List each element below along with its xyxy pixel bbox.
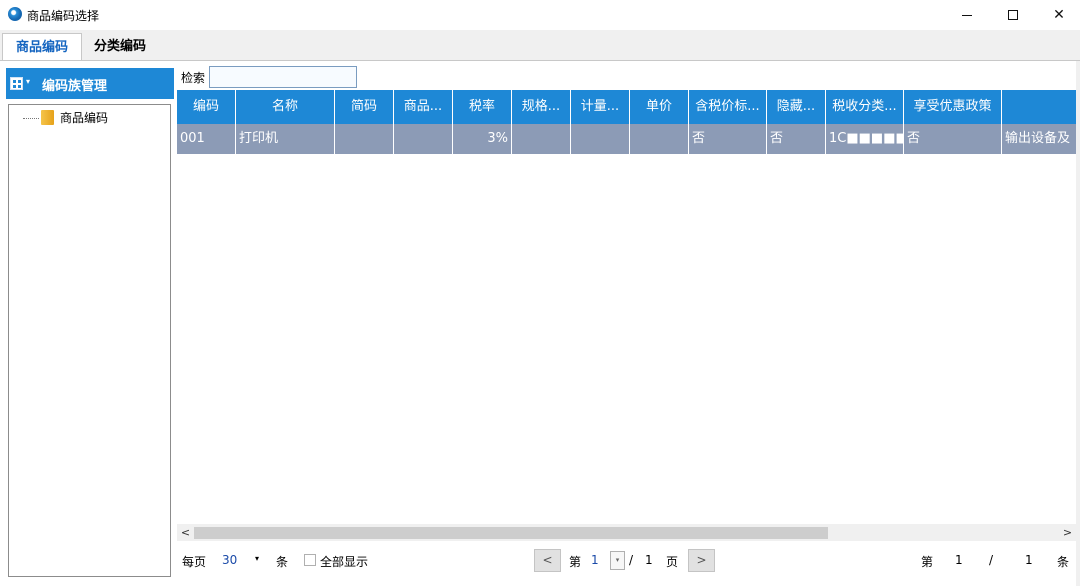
title-bar: 商品编码选择 ✕ xyxy=(0,0,1080,30)
close-icon: ✕ xyxy=(1053,7,1065,23)
per-page-label: 每页 xyxy=(182,555,207,569)
unit-label: 条 xyxy=(276,555,289,569)
record-current: 1 xyxy=(955,553,963,567)
column-header-tax-rate[interactable]: 税率 xyxy=(453,90,512,124)
column-header-code[interactable]: 编码 xyxy=(177,90,236,124)
top-tab-bar: 商品编码 分类编码 xyxy=(0,30,1080,60)
cell-name: 打印机 xyxy=(236,124,335,154)
column-header-spec[interactable]: 规格... xyxy=(512,90,571,124)
column-header-tax-name[interactable]: 税收 xyxy=(1002,90,1076,124)
maximize-button[interactable] xyxy=(990,0,1036,30)
page-dropdown-icon[interactable]: ▾ xyxy=(610,551,625,570)
cell-code: 001 xyxy=(177,124,236,154)
app-logo-icon xyxy=(8,7,22,21)
column-header-product[interactable]: 商品... xyxy=(394,90,453,124)
horizontal-scrollbar[interactable]: < > xyxy=(177,524,1076,541)
cell-spec xyxy=(512,124,571,154)
pagination-bar: 每页 30 ▾ 条 全部显示 < 第 1 ▾ / 1 页 > 第 1 / 1 条 xyxy=(177,545,1076,577)
cell-hidden: 否 xyxy=(767,124,826,154)
page-suffix-label: 页 xyxy=(666,555,679,569)
tree-connector xyxy=(23,118,39,119)
total-pages: 1 xyxy=(645,553,653,567)
next-page-button[interactable]: > xyxy=(688,549,715,572)
code-family-manager-label: 编码族管理 xyxy=(42,79,108,94)
folder-icon xyxy=(41,110,54,125)
prev-page-button[interactable]: < xyxy=(534,549,561,572)
show-all-checkbox[interactable] xyxy=(304,554,316,566)
column-header-name[interactable]: 名称 xyxy=(236,90,335,124)
record-unit-label: 条 xyxy=(1057,555,1070,569)
page-separator: / xyxy=(629,553,634,567)
dropdown-caret-icon: ▾ xyxy=(26,77,31,86)
cell-short-code xyxy=(335,124,394,154)
scroll-right-arrow-icon[interactable]: > xyxy=(1059,524,1076,541)
table-row[interactable]: 001 打印机 3% 否 否 1C■■■■■■3 否 输出设备及 xyxy=(177,124,1076,154)
column-header-tax-included[interactable]: 含税价标... xyxy=(689,90,767,124)
column-header-hidden[interactable]: 隐藏... xyxy=(767,90,826,124)
grid-header: 编码 名称 简码 商品... 税率 规格... 计量... 单价 含税价标...… xyxy=(177,90,1076,124)
cell-unit xyxy=(571,124,630,154)
tree-node-product-code[interactable]: 商品编码 xyxy=(60,109,108,126)
column-header-preferential-policy[interactable]: 享受优惠政策 xyxy=(904,90,1002,124)
maximize-icon xyxy=(1008,10,1018,20)
code-family-manager-button[interactable]: ▾ 编码族管理 xyxy=(6,68,174,99)
code-tree: 商品编码 xyxy=(8,104,171,577)
minimize-icon xyxy=(962,14,972,16)
cell-preferential-policy: 否 xyxy=(904,124,1002,154)
show-all-label[interactable]: 全部显示 xyxy=(320,553,368,570)
column-header-price[interactable]: 单价 xyxy=(630,90,689,124)
column-header-short-code[interactable]: 简码 xyxy=(335,90,394,124)
window-edge xyxy=(1076,61,1080,586)
record-total: 1 xyxy=(1025,553,1033,567)
search-label: 检索 xyxy=(181,71,206,85)
cell-product xyxy=(394,124,453,154)
cell-price xyxy=(630,124,689,154)
product-code-grid: 编码 名称 简码 商品... 税率 规格... 计量... 单价 含税价标...… xyxy=(177,90,1076,524)
tab-category-code[interactable]: 分类编码 xyxy=(86,33,154,60)
current-page-number[interactable]: 1 xyxy=(591,553,599,567)
page-size-select[interactable]: 30 xyxy=(222,553,237,567)
cell-tax-name: 输出设备及 xyxy=(1002,124,1076,154)
search-input[interactable] xyxy=(209,66,357,88)
minimize-button[interactable] xyxy=(944,0,990,30)
page-prefix-label: 第 xyxy=(569,555,582,569)
cell-tax-included: 否 xyxy=(689,124,767,154)
cell-tax-category: 1C■■■■■■3 xyxy=(826,124,904,154)
scroll-left-arrow-icon[interactable]: < xyxy=(177,524,194,541)
record-prefix-label: 第 xyxy=(921,555,934,569)
close-button[interactable]: ✕ xyxy=(1036,0,1080,30)
record-separator: / xyxy=(989,553,994,567)
tab-product-code[interactable]: 商品编码 xyxy=(2,33,82,60)
scroll-thumb[interactable] xyxy=(194,527,828,539)
page-size-caret-icon[interactable]: ▾ xyxy=(255,554,259,563)
grid-icon xyxy=(10,77,23,90)
window-title: 商品编码选择 xyxy=(27,9,100,23)
main-panel: ▾ 编码族管理 商品编码 检索 编码 名称 简码 商品... 税率 规格... … xyxy=(0,60,1080,586)
column-header-unit[interactable]: 计量... xyxy=(571,90,630,124)
cell-tax-rate: 3% xyxy=(453,124,512,154)
column-header-tax-category[interactable]: 税收分类... xyxy=(826,90,904,124)
